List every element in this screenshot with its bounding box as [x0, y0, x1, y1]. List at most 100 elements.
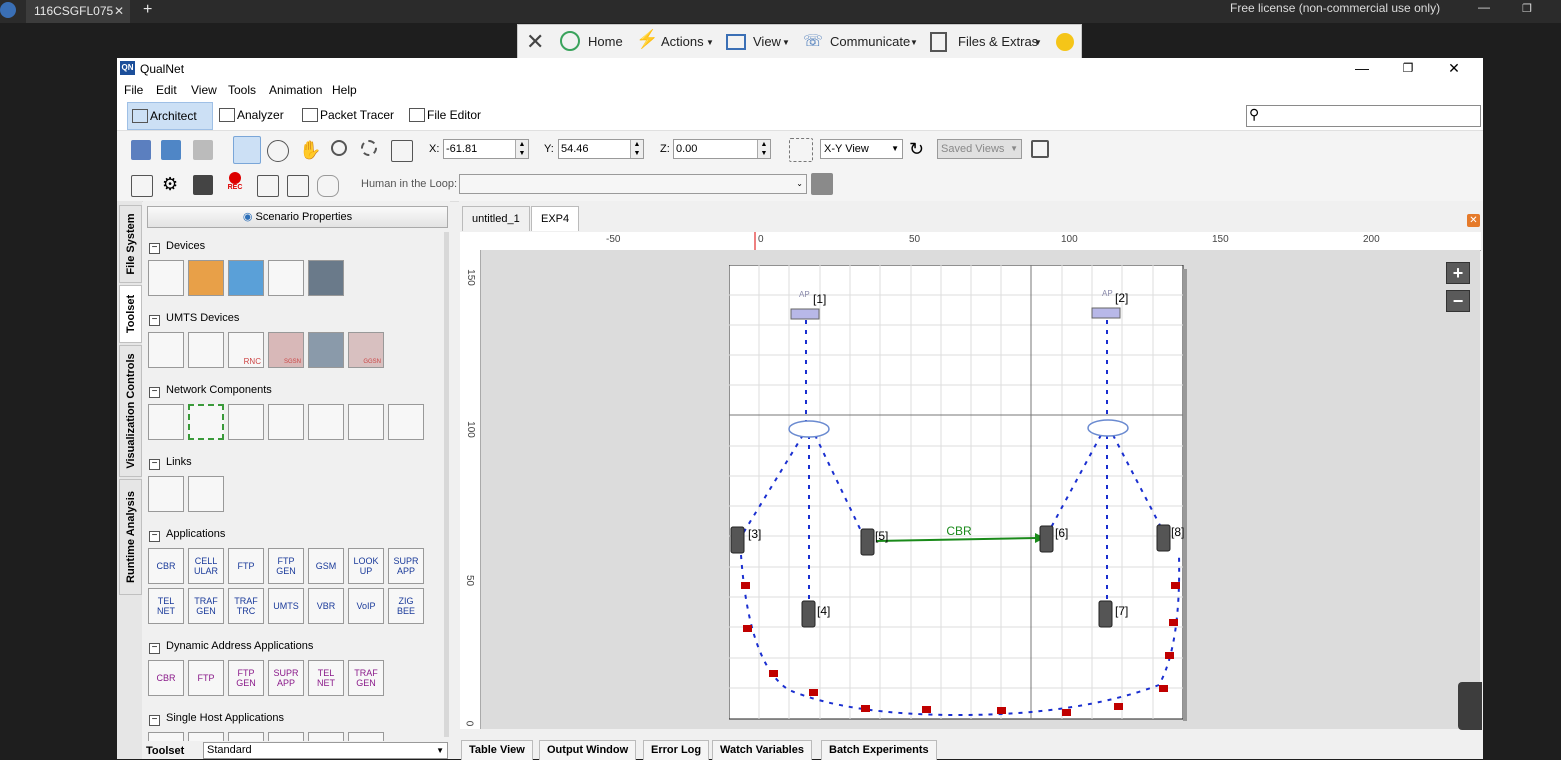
save-icon[interactable] [193, 140, 213, 160]
scenario-drawing[interactable]: CBR AP [1] AP [2] [3] [4] [5] [6] [7] [8… [729, 265, 1189, 725]
window-close-button[interactable]: ✕ [1431, 58, 1477, 78]
network-cloud-tool[interactable] [268, 404, 304, 440]
network-hierarchy-tool[interactable] [148, 404, 184, 440]
y-coordinate-field[interactable]: 54.46 ▲ ▼ [558, 139, 644, 159]
app-voip-button[interactable]: VoIP [348, 588, 384, 624]
link-icon[interactable] [317, 175, 339, 197]
dyn-app-cbr-button[interactable]: CBR [148, 660, 184, 696]
network-group-tool[interactable] [188, 404, 224, 440]
app-cbr-button[interactable]: CBR [148, 548, 184, 584]
umts-sgsn-tool[interactable]: SGSN [268, 332, 304, 368]
device-mobile-tool[interactable] [148, 260, 184, 296]
x-coordinate-field[interactable]: -61.81 ▲ ▼ [443, 139, 529, 159]
dyn-app-super-app-button[interactable]: SUPR APP [268, 660, 304, 696]
section-devices[interactable]: − Devices [149, 240, 205, 254]
single-host-tool[interactable] [188, 732, 224, 741]
single-host-tool[interactable] [228, 732, 264, 741]
app-gsm-button[interactable]: GSM [308, 548, 344, 584]
window-restore-button[interactable]: ❐ [1385, 58, 1431, 78]
layout-toggle-icon[interactable] [1031, 140, 1049, 158]
network-satellite-cloud-tool[interactable] [308, 404, 344, 440]
home-button[interactable]: Home [588, 34, 623, 49]
menu-edit[interactable]: Edit [156, 83, 177, 97]
tab-file-system[interactable]: File System [119, 205, 142, 283]
collapse-icon[interactable]: − [149, 459, 160, 470]
network-interface-tool[interactable] [228, 404, 264, 440]
actions-button[interactable]: Actions [661, 34, 704, 49]
select-arrow-icon[interactable] [233, 136, 261, 164]
toolset-scrollbar[interactable] [444, 232, 449, 737]
spinner-arrows-icon[interactable]: ▲ ▼ [630, 140, 643, 158]
dyn-app-ftp-gen-button[interactable]: FTP GEN [228, 660, 264, 696]
tab-toolset[interactable]: Toolset [119, 285, 142, 343]
collapse-icon[interactable]: − [149, 643, 160, 654]
packet-tracer-mode-button[interactable]: Packet Tracer [298, 102, 415, 128]
device-hub-tool[interactable] [228, 260, 264, 296]
communicate-button[interactable]: Communicate [830, 34, 910, 49]
section-network-components[interactable]: − Network Components [149, 384, 272, 398]
link-wired-tool[interactable] [148, 476, 184, 512]
section-umts[interactable]: − UMTS Devices [149, 312, 239, 326]
menu-view[interactable]: View [191, 83, 217, 97]
grid-settings-icon[interactable] [789, 138, 813, 162]
single-host-tool[interactable] [268, 732, 304, 741]
app-ftp-gen-button[interactable]: FTP GEN [268, 548, 304, 584]
edit-icon[interactable] [257, 175, 279, 197]
tab-error-log[interactable]: Error Log [643, 740, 710, 760]
z-coordinate-field[interactable]: 0.00 ▲ ▼ [673, 139, 771, 159]
files-extras-button[interactable]: Files & Extras [958, 34, 1038, 49]
dyn-app-telnet-button[interactable]: TEL NET [308, 660, 344, 696]
bar-chart-icon[interactable] [287, 175, 309, 197]
app-cellular-button[interactable]: CELL ULAR [188, 548, 224, 584]
zoom-icon[interactable] [331, 140, 347, 156]
tab-watch-variables[interactable]: Watch Variables [712, 740, 812, 760]
menu-animation[interactable]: Animation [269, 83, 322, 97]
menu-file[interactable]: File [124, 83, 143, 97]
run-settings-icon[interactable] [131, 175, 153, 197]
radar-icon[interactable] [391, 140, 413, 162]
umts-hlr-tool[interactable] [308, 332, 344, 368]
minimize-icon[interactable]: — [1478, 0, 1490, 14]
umts-phone-tool[interactable] [148, 332, 184, 368]
wireless-subnet-cloud-icon[interactable] [1087, 419, 1129, 437]
teamviewer-side-handle-icon[interactable] [1458, 682, 1482, 730]
spinner-arrows-icon[interactable]: ▲ ▼ [757, 140, 770, 158]
refresh-icon[interactable]: ↻ [909, 139, 929, 159]
gear-icon[interactable]: ⚙ [162, 175, 182, 195]
tab-output-window[interactable]: Output Window [539, 740, 637, 760]
network-wireless-cloud-tool[interactable] [348, 404, 384, 440]
device-router-tool[interactable] [308, 260, 344, 296]
tab-exp4[interactable]: EXP4 [531, 206, 580, 231]
dyn-app-ftp-button[interactable]: FTP [188, 660, 224, 696]
remote-session-tab[interactable]: 116CSGFL075 ✕ [26, 0, 130, 23]
close-icon[interactable]: ✕ [114, 0, 124, 22]
search-input[interactable]: ⚲ [1246, 105, 1481, 127]
close-session-icon[interactable]: ✕ [526, 29, 544, 55]
app-ftp-button[interactable]: FTP [228, 548, 264, 584]
clapper-icon[interactable] [193, 175, 213, 195]
view-button[interactable]: View [753, 34, 781, 49]
home-icon[interactable] [560, 31, 580, 51]
restore-icon[interactable]: ❐ [1522, 2, 1532, 15]
link-wireless-tool[interactable] [188, 476, 224, 512]
app-umts-button[interactable]: UMTS [268, 588, 304, 624]
section-dynamic-address[interactable]: − Dynamic Address Applications [149, 640, 313, 654]
zoom-in-button[interactable]: + [1446, 262, 1470, 284]
app-lookup-button[interactable]: LOOK UP [348, 548, 384, 584]
zoom-region-icon[interactable] [361, 140, 377, 156]
close-canvas-icon[interactable]: ✕ [1467, 214, 1480, 227]
smiley-icon[interactable] [1056, 33, 1074, 51]
open-folder-icon[interactable] [161, 140, 181, 160]
section-links[interactable]: − Links [149, 456, 192, 470]
new-scenario-icon[interactable] [131, 140, 151, 160]
scenario-properties-button[interactable]: ◉ Scenario Properties [147, 206, 448, 228]
app-telnet-button[interactable]: TEL NET [148, 588, 184, 624]
tab-visualization-controls[interactable]: Visualization Controls [119, 345, 142, 477]
network-link-tool[interactable] [388, 404, 424, 440]
collapse-icon[interactable]: − [149, 315, 160, 326]
file-editor-mode-button[interactable]: File Editor [405, 102, 502, 128]
device-access-point-tool[interactable] [268, 260, 304, 296]
dyn-app-traffic-gen-button[interactable]: TRAF GEN [348, 660, 384, 696]
add-tab-icon[interactable]: + [143, 0, 152, 20]
collapse-icon[interactable]: − [149, 387, 160, 398]
